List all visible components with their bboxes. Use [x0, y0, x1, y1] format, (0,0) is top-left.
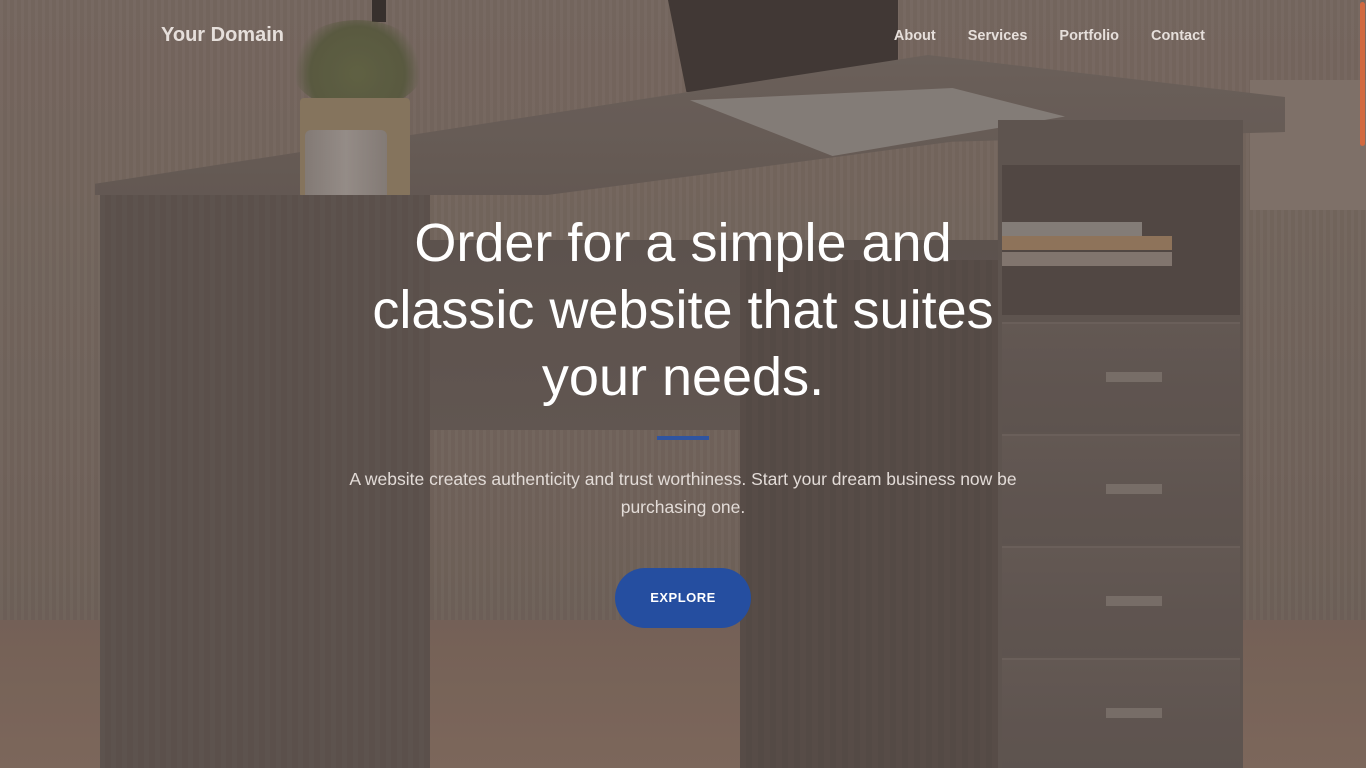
nav-link-about[interactable]: About	[894, 28, 936, 44]
nav-item: Services	[968, 27, 1028, 45]
nav-link-portfolio[interactable]: Portfolio	[1059, 28, 1119, 44]
navbar: Your Domain About Services Portfolio Con…	[0, 0, 1366, 72]
nav-link-services[interactable]: Services	[968, 28, 1028, 44]
hero-content: Order for a simple and classic website t…	[283, 210, 1083, 628]
hero-headline: Order for a simple and classic website t…	[372, 213, 994, 407]
nav-item: Contact	[1151, 27, 1205, 45]
page-scrollbar[interactable]	[1358, 0, 1366, 768]
nav-item: Portfolio	[1059, 27, 1119, 45]
nav-menu: About Services Portfolio Contact	[894, 27, 1205, 45]
hero-subtitle: A website creates authenticity and trust…	[349, 469, 1017, 517]
headline-divider	[657, 436, 709, 440]
scrollbar-thumb[interactable]	[1360, 2, 1365, 146]
nav-link-contact[interactable]: Contact	[1151, 28, 1205, 44]
brand-logo[interactable]: Your Domain	[161, 24, 284, 47]
explore-button[interactable]: EXPLORE	[615, 568, 751, 628]
nav-item: About	[894, 27, 936, 45]
hero-section: Your Domain About Services Portfolio Con…	[0, 0, 1366, 768]
